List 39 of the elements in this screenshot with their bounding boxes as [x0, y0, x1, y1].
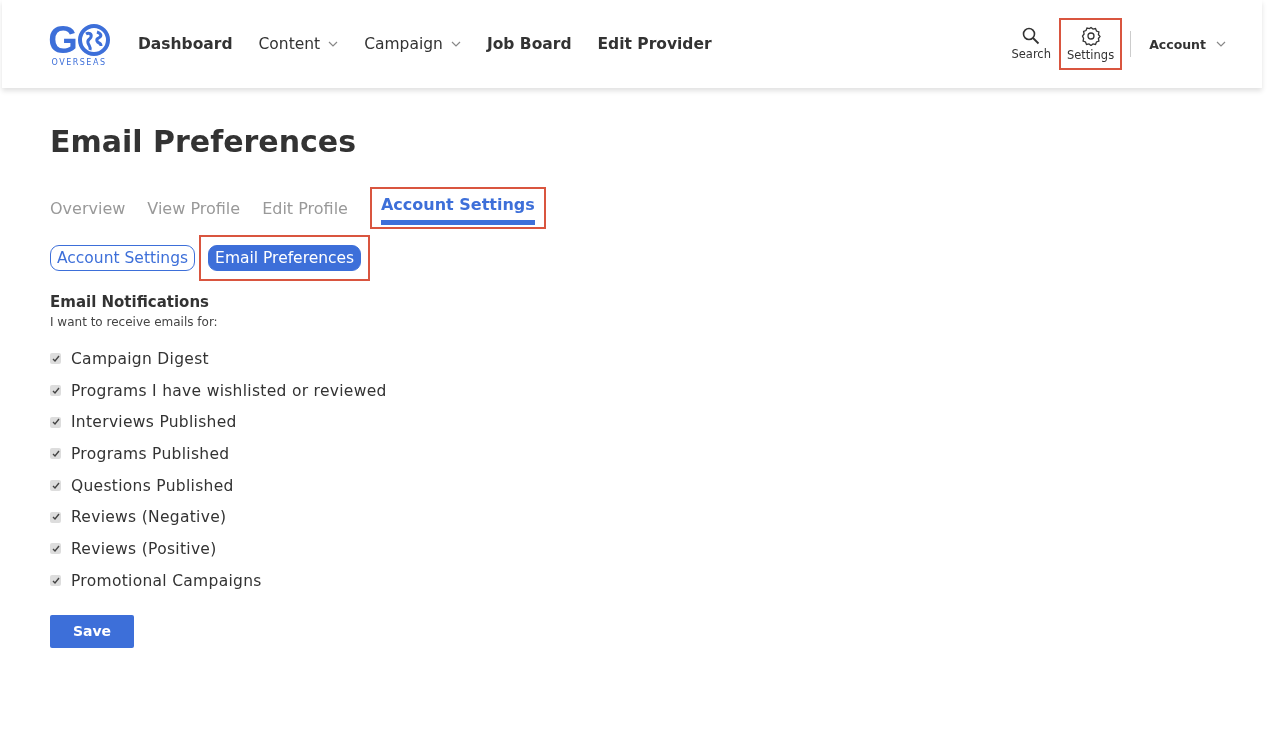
settings-icon: [1080, 26, 1101, 46]
search-button[interactable]: Search: [1003, 19, 1059, 69]
checkbox-label: Promotional Campaigns: [71, 571, 262, 590]
checkbox-label: Questions Published: [71, 476, 234, 495]
nav-dropdown[interactable]: Campaign: [364, 35, 461, 53]
settings-button[interactable]: Settings: [1058, 18, 1123, 70]
checkbox-label: Reviews (Negative): [71, 508, 227, 527]
account-menu[interactable]: Account: [1143, 35, 1232, 53]
search-icon: [1022, 27, 1041, 45]
caret-icon: [1216, 41, 1226, 47]
pill-tab[interactable]: Account Settings: [50, 245, 196, 271]
checkbox[interactable]: [50, 353, 61, 365]
checkbox-label: Interviews Published: [71, 413, 237, 432]
checkbox-label: Reviews (Positive): [71, 539, 217, 558]
caret-icon: [328, 41, 339, 47]
checkbox-label: Programs I have wishlisted or reviewed: [71, 381, 387, 400]
checkbox[interactable]: [50, 480, 61, 492]
save-button[interactable]: Save: [50, 614, 134, 648]
nav-dropdown[interactable]: Content: [258, 35, 339, 53]
pill-tab[interactable]: Email Preferences: [208, 245, 362, 271]
tab[interactable]: Account Settings: [380, 191, 535, 225]
checkbox[interactable]: [50, 511, 61, 523]
checkbox-label: Programs Published: [71, 444, 230, 463]
nav-link[interactable]: Edit Provider: [597, 35, 712, 53]
checkbox-label: Campaign Digest: [71, 349, 209, 368]
checkbox[interactable]: [50, 575, 61, 587]
logo-tagline: OVERSEAS: [51, 57, 107, 67]
section-title: Email Notifications: [50, 293, 211, 311]
section-subtitle: I want to receive emails for:: [50, 315, 219, 329]
checkbox[interactable]: [50, 385, 61, 397]
checkbox[interactable]: [50, 543, 61, 555]
checkbox[interactable]: [50, 416, 61, 428]
caret-icon: [450, 41, 461, 47]
globe-icon: [77, 23, 110, 56]
logo-letter: G: [48, 21, 78, 58]
nav-link[interactable]: Job Board: [486, 35, 572, 53]
checkbox[interactable]: [50, 448, 61, 460]
nav-link[interactable]: Dashboard: [138, 35, 233, 53]
page-title: Email Preferences: [50, 124, 358, 159]
